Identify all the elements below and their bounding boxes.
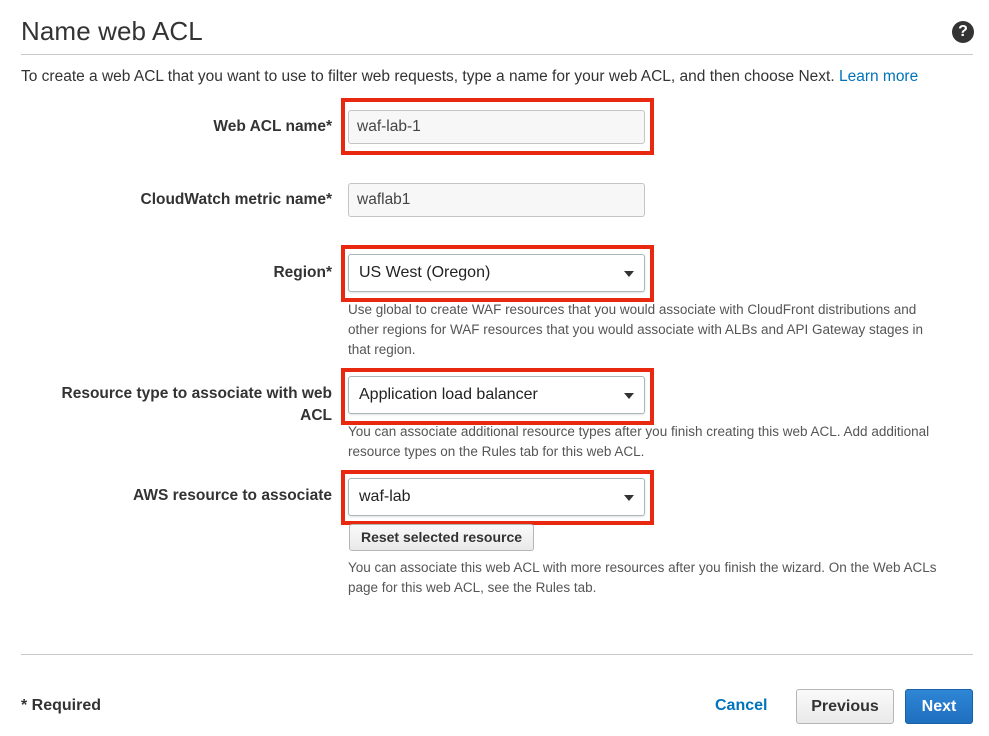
cancel-button[interactable]: Cancel	[715, 697, 767, 715]
caret-down-icon	[624, 393, 634, 399]
region-hint-line: that region.	[348, 342, 416, 357]
web-acl-name-label: Web ACL name*	[213, 118, 332, 135]
footer-divider	[21, 654, 973, 655]
region-label: Region*	[273, 264, 332, 281]
region-hint: Use global to create WAF resources that …	[348, 300, 948, 360]
title-divider	[21, 54, 973, 55]
learn-more-link[interactable]: Learn more	[839, 68, 918, 85]
cloudwatch-metric-label: CloudWatch metric name*	[140, 191, 333, 208]
caret-down-icon	[624, 495, 634, 501]
cloudwatch-metric-input[interactable]: waflab1	[348, 183, 645, 217]
help-circle-icon[interactable]: ?	[952, 21, 974, 43]
previous-button[interactable]: Previous	[796, 689, 894, 724]
resource-type-select-value: Application load balancer	[359, 386, 538, 403]
resource-type-hint-line: resource types on the Rules tab for this…	[348, 444, 645, 459]
aws-resource-label: AWS resource to associate	[133, 487, 332, 504]
resource-type-hint: You can associate additional resource ty…	[348, 422, 948, 462]
region-select[interactable]: US West (Oregon)	[348, 254, 645, 292]
required-note: * Required	[21, 697, 102, 714]
next-button[interactable]: Next	[905, 689, 973, 724]
resource-type-label-line: Resource type to associate with web	[61, 385, 332, 402]
aws-resource-hint-line: You can associate this web ACL with more…	[348, 560, 937, 575]
aws-resource-hint: You can associate this web ACL with more…	[348, 558, 948, 598]
intro-text: To create a web ACL that you want to use…	[21, 68, 918, 86]
resource-type-hint-line: You can associate additional resource ty…	[348, 424, 930, 439]
intro-description: To create a web ACL that you want to use…	[21, 68, 835, 85]
region-hint-line: other regions for WAF resources that you…	[348, 322, 924, 337]
aws-resource-hint-line: page for this web ACL, see the Rules tab…	[348, 580, 597, 595]
region-hint-line: Use global to create WAF resources that …	[348, 302, 917, 317]
resource-type-select[interactable]: Application load balancer	[348, 376, 645, 414]
aws-resource-select-value: waf-lab	[359, 488, 411, 505]
resource-type-label: Resource type to associate with web ACL	[62, 383, 332, 427]
page-title: Name web ACL	[21, 16, 203, 46]
web-acl-name-input[interactable]: waf-lab-1	[348, 110, 645, 144]
resource-type-label-line: ACL	[300, 407, 332, 424]
reset-selected-resource-button[interactable]: Reset selected resource	[349, 524, 534, 551]
region-select-value: US West (Oregon)	[359, 264, 491, 281]
aws-resource-select[interactable]: waf-lab	[348, 478, 645, 516]
caret-down-icon	[624, 271, 634, 277]
